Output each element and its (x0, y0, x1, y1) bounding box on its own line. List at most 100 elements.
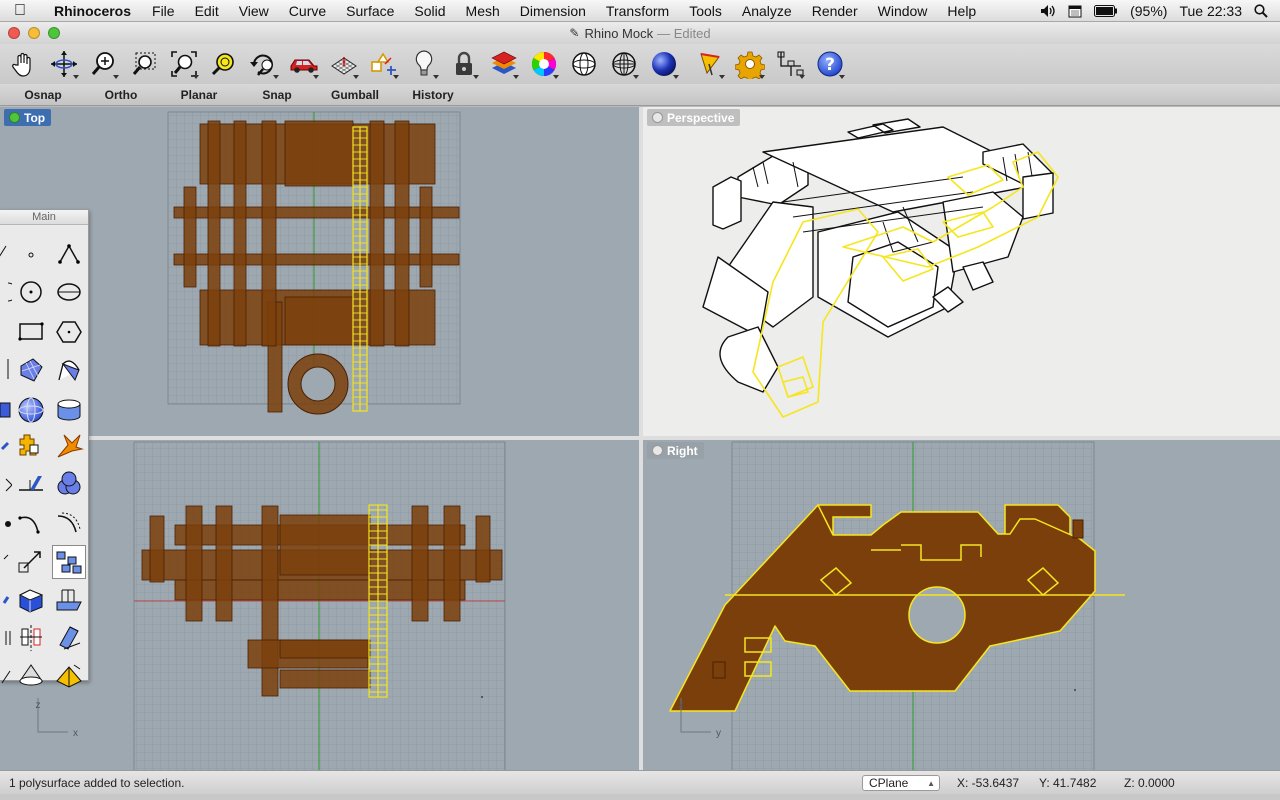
zoom-extents-icon[interactable] (166, 47, 202, 81)
viewport-front[interactable]: z x (0, 440, 639, 770)
cplane-select[interactable]: CPlane ▲▼ (862, 775, 940, 800)
ellipse-icon[interactable] (52, 275, 86, 309)
menu-dimension[interactable]: Dimension (510, 3, 596, 19)
wireframe-sphere-icon[interactable] (566, 47, 602, 81)
extrude-curve-icon[interactable] (52, 583, 86, 617)
rotate-icon[interactable] (0, 583, 16, 617)
viewport-right-label[interactable]: Right (647, 442, 704, 459)
battery-icon[interactable] (1094, 4, 1118, 17)
menu-solid[interactable]: Solid (404, 3, 455, 19)
main-toolbar: ? (0, 44, 1280, 84)
zoom-window-icon[interactable] (126, 47, 162, 81)
spotlight-icon[interactable] (1254, 3, 1268, 18)
polygon-icon[interactable] (52, 315, 86, 349)
osnap-toggle[interactable]: Osnap (4, 88, 82, 102)
color-wheel-icon[interactable] (526, 47, 562, 81)
arc-icon[interactable] (0, 275, 16, 309)
car-icon[interactable] (286, 47, 322, 81)
viewport-divider-vertical[interactable] (639, 107, 643, 770)
menu-render[interactable]: Render (802, 3, 868, 19)
surface-patch-icon[interactable] (14, 353, 48, 387)
history-toggle[interactable]: History (394, 88, 472, 102)
menu-edit[interactable]: Edit (185, 3, 229, 19)
curve-icon[interactable] (0, 238, 16, 272)
gumball-toggle[interactable]: Gumball (316, 88, 394, 102)
viewport-perspective-label[interactable]: Perspective (647, 109, 741, 126)
menu-file[interactable]: File (142, 3, 185, 19)
right-axis-z: z (679, 700, 684, 711)
minimize-window-button[interactable] (28, 27, 40, 39)
calendar-icon[interactable] (1068, 4, 1082, 18)
command-prompt-message: 1 polysurface added to selection. (9, 775, 185, 790)
apple-icon[interactable]:  (0, 2, 40, 20)
menu-window[interactable]: Window (868, 3, 938, 19)
polyline-icon[interactable] (52, 238, 86, 272)
boolean-icon[interactable] (14, 429, 48, 463)
point-icon[interactable] (14, 238, 48, 272)
ortho-toggle[interactable]: Ortho (82, 88, 160, 102)
ghosted-sphere-icon[interactable] (606, 47, 642, 81)
box-icon[interactable] (0, 393, 16, 427)
menu-view[interactable]: View (229, 3, 279, 19)
rotate-view-icon[interactable] (46, 47, 82, 81)
viewport-top[interactable]: Top (0, 107, 639, 436)
cylinder-icon[interactable] (52, 393, 86, 427)
menu-tools[interactable]: Tools (679, 3, 732, 19)
lock-icon[interactable] (446, 47, 482, 81)
explode-icon[interactable] (52, 429, 86, 463)
menu-transform[interactable]: Transform (596, 3, 679, 19)
array-icon[interactable] (52, 545, 86, 579)
menu-analyze[interactable]: Analyze (732, 3, 802, 19)
close-window-button[interactable] (8, 27, 20, 39)
app-menu[interactable]: Rhinoceros (40, 3, 142, 19)
orient-icon[interactable] (52, 621, 86, 655)
fillet-icon[interactable] (14, 507, 48, 541)
sphere-icon[interactable] (14, 393, 48, 427)
render-icon[interactable] (692, 47, 728, 81)
osnap-icon[interactable] (366, 47, 402, 81)
pyramid-icon[interactable] (52, 659, 86, 693)
zoom-selected-icon[interactable] (206, 47, 242, 81)
viewport-right[interactable]: z y Right (643, 440, 1280, 770)
zoom-icon[interactable] (86, 47, 122, 81)
help-icon[interactable]: ? (812, 47, 848, 81)
snap-toggle[interactable]: Snap (238, 88, 316, 102)
loft-icon[interactable] (0, 353, 16, 387)
viewport-perspective[interactable]: Perspective (643, 107, 1280, 436)
menu-curve[interactable]: Curve (279, 3, 336, 19)
grid-plane-icon[interactable] (326, 47, 362, 81)
analyze-icon[interactable] (0, 467, 16, 501)
menu-mesh[interactable]: Mesh (456, 3, 510, 19)
cone-icon[interactable] (14, 659, 48, 693)
layer-icon[interactable] (486, 47, 522, 81)
tangent-icon[interactable] (0, 659, 16, 693)
svg-text:?: ? (825, 55, 835, 75)
solid-edit-icon[interactable] (0, 429, 16, 463)
menu-clock[interactable]: Tue 22:33 (1179, 3, 1242, 19)
grid-icon[interactable] (0, 621, 16, 655)
offset-curve-icon[interactable] (52, 507, 86, 541)
dot-icon[interactable] (0, 507, 16, 541)
lightbulb-icon[interactable] (406, 47, 442, 81)
gear-icon[interactable] (732, 47, 768, 81)
move-icon[interactable] (0, 545, 16, 579)
extrude-solid-icon[interactable] (14, 583, 48, 617)
pan-icon[interactable] (6, 47, 42, 81)
undo-view-icon[interactable] (246, 47, 282, 81)
scale-icon[interactable] (14, 545, 48, 579)
revolve-icon[interactable] (52, 353, 86, 387)
circle-icon[interactable] (14, 275, 48, 309)
shaded-sphere-icon[interactable] (646, 47, 682, 81)
mesh-icon[interactable] (52, 467, 86, 501)
rectangle-icon[interactable] (14, 315, 48, 349)
zoom-window-button[interactable] (48, 27, 60, 39)
planar-toggle[interactable]: Planar (160, 88, 238, 102)
viewport-top-label[interactable]: Top (4, 109, 52, 126)
align-icon[interactable] (772, 47, 808, 81)
main-palette-title[interactable]: Main (0, 210, 88, 225)
mirror-icon[interactable] (14, 621, 48, 655)
menu-help[interactable]: Help (937, 3, 986, 19)
menu-surface[interactable]: Surface (336, 3, 404, 19)
volume-icon[interactable] (1040, 4, 1056, 18)
split-icon[interactable] (14, 467, 48, 501)
